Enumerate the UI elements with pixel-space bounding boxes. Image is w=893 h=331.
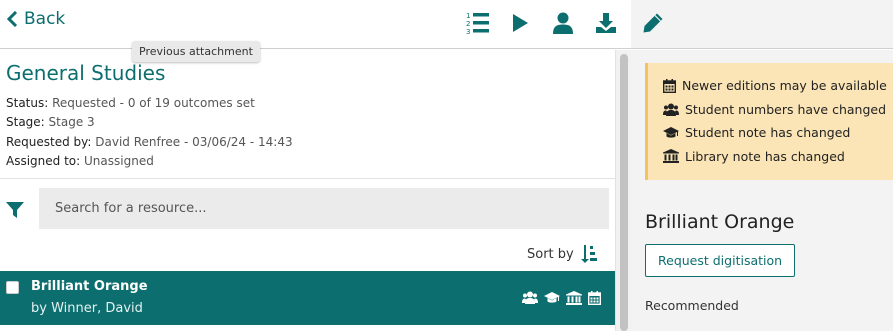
tooltip: Previous attachment	[132, 41, 260, 62]
requested-label: Requested by:	[6, 135, 92, 149]
back-button[interactable]: Back	[6, 9, 65, 29]
status-line: Status: Requested - 0 of 19 outcomes set	[6, 96, 255, 110]
stage-value: Stage 3	[48, 115, 95, 129]
changes-notice: Newer editions may be available Student …	[645, 63, 893, 180]
calendar-icon	[663, 78, 676, 93]
notice-row: Student note has changed	[663, 121, 893, 145]
user-icon[interactable]	[550, 10, 576, 36]
detail-toolbar	[631, 0, 893, 49]
sort-label: Sort by	[527, 246, 574, 262]
item-checkbox[interactable]	[6, 281, 19, 294]
toolbar: Back 1 2 3	[0, 0, 631, 49]
notice-text: Library note has changed	[685, 148, 845, 164]
recommended-label: Recommended	[645, 298, 739, 313]
notice-row: Student numbers have changed	[663, 98, 893, 122]
notice-text: Student numbers have changed	[685, 101, 887, 117]
status-value: Requested - 0 of 19 outcomes set	[52, 96, 255, 110]
search-input[interactable]	[39, 188, 609, 229]
detail-panel: Newer editions may be available Student …	[631, 50, 893, 331]
chevron-left-icon	[6, 11, 18, 27]
request-panel: General Studies Status: Requested - 0 of…	[0, 50, 615, 331]
graduation-cap-icon	[663, 127, 679, 138]
assigned-value: Unassigned	[84, 154, 154, 168]
play-icon[interactable]	[507, 10, 533, 36]
filter-icon[interactable]	[5, 200, 25, 220]
back-label: Back	[24, 9, 66, 29]
notice-row: Library note has changed	[663, 145, 893, 169]
download-icon[interactable]	[593, 10, 619, 36]
item-title: Brilliant Orange	[31, 279, 148, 294]
ordered-list-icon[interactable]: 1 2 3	[465, 10, 491, 36]
svg-text:1: 1	[466, 12, 470, 20]
pencil-icon[interactable]	[640, 10, 666, 36]
list-item[interactable]: Brilliant Orange by Winner, David	[0, 271, 615, 325]
sort-descending-icon	[580, 245, 597, 263]
graduation-cap-icon	[544, 292, 560, 303]
calendar-icon	[588, 291, 601, 305]
requested-value: David Renfree - 03/06/24 - 14:43	[95, 135, 293, 149]
status-label: Status:	[6, 96, 49, 110]
notice-text: Student note has changed	[685, 125, 851, 141]
scrollbar-thumb[interactable]	[620, 54, 628, 331]
library-icon	[566, 291, 582, 305]
svg-text:2: 2	[466, 20, 470, 28]
page-title: General Studies	[6, 61, 166, 85]
stage-line: Stage: Stage 3	[6, 115, 95, 129]
requested-line: Requested by: David Renfree - 03/06/24 -…	[6, 135, 293, 149]
library-icon	[663, 149, 679, 164]
svg-text:3: 3	[466, 28, 470, 35]
assigned-label: Assigned to:	[6, 154, 81, 168]
divider	[0, 178, 615, 179]
sort-by-button[interactable]: Sort by	[527, 244, 598, 264]
assigned-line: Assigned to: Unassigned	[6, 154, 154, 168]
resource-title: Brilliant Orange	[645, 211, 795, 233]
users-icon	[663, 103, 679, 116]
item-flags	[522, 291, 601, 305]
item-author: by Winner, David	[31, 301, 143, 316]
request-digitisation-button[interactable]: Request digitisation	[645, 244, 796, 277]
users-icon	[522, 291, 538, 304]
notice-row: Newer editions may be available	[663, 74, 893, 98]
notice-text: Newer editions may be available	[682, 78, 887, 94]
stage-label: Stage:	[6, 115, 45, 129]
scrollbar[interactable]	[615, 50, 631, 331]
